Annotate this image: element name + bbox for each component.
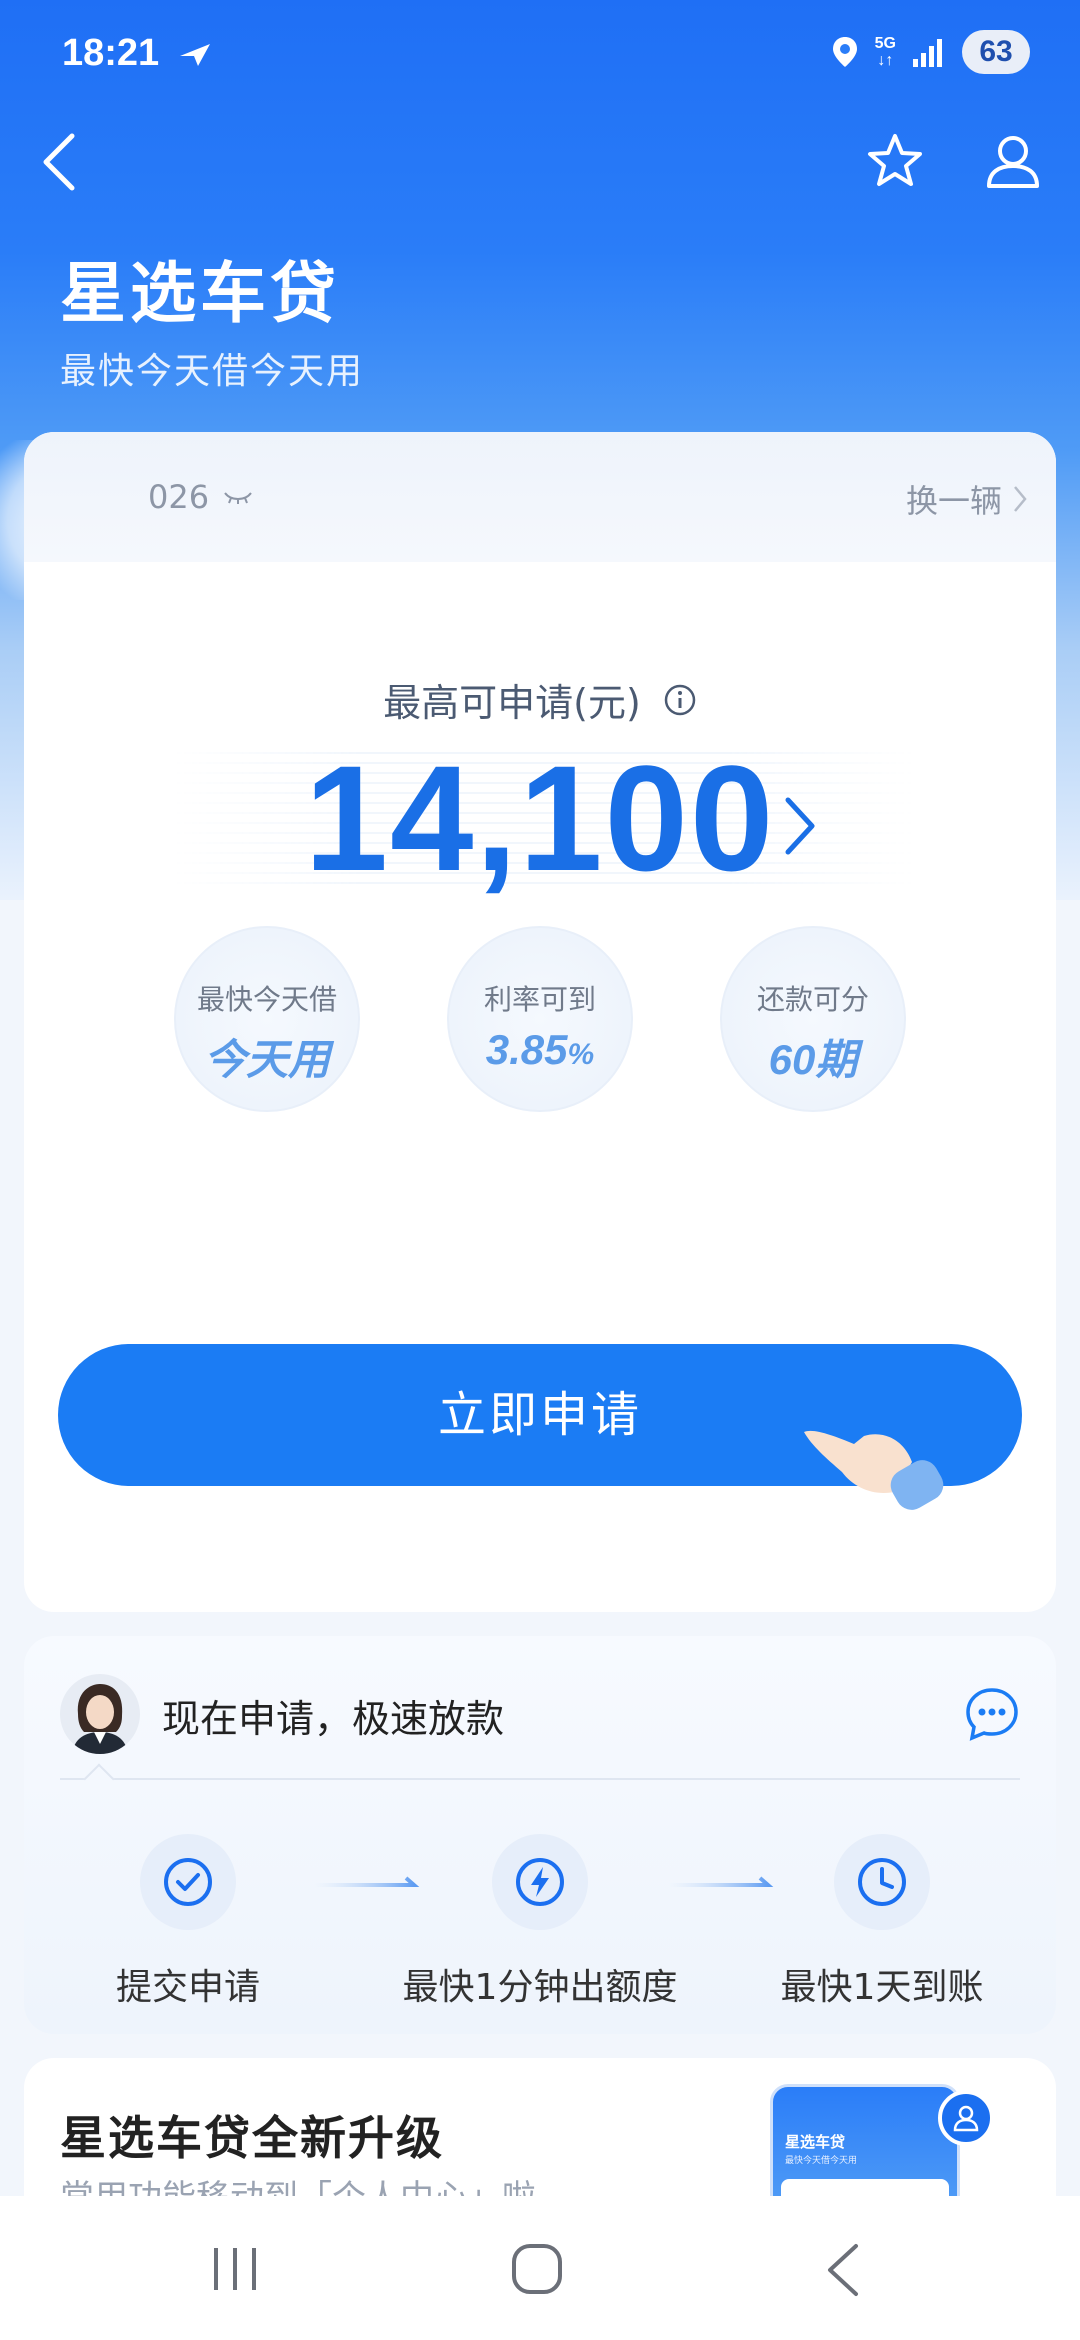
check-icon	[164, 1858, 212, 1906]
lightning-icon	[516, 1858, 564, 1906]
status-indicators: 5G ↓↑ 63	[831, 30, 1030, 74]
amount-chevron-icon[interactable]	[780, 794, 820, 858]
switch-vehicle-link[interactable]: 换一辆	[906, 476, 1028, 522]
feature-value: 今天用	[203, 1036, 330, 1083]
step-arrow-icon	[314, 1876, 420, 1887]
eye-closed-icon[interactable]	[223, 489, 253, 505]
feature-value: 60期	[768, 1036, 858, 1083]
location-icon	[832, 37, 857, 67]
step-arrival	[834, 1834, 930, 1930]
network-label: 5G	[874, 35, 896, 52]
clock-icon	[858, 1858, 906, 1906]
profile-badge	[938, 2090, 994, 2146]
rate-unit: %	[567, 1038, 595, 1071]
feature-interest-rate: 利率可到 3.85%	[447, 926, 633, 1112]
chevron-right-icon	[1014, 486, 1027, 512]
step-label: 最快1分钟出额度	[402, 1967, 678, 2008]
switch-vehicle-label: 换一辆	[905, 482, 1002, 520]
license-plate: 026	[148, 478, 253, 516]
preview-title: 星选车贷	[785, 2133, 846, 2151]
page-title: 星选车贷	[60, 255, 340, 332]
rate-value: 3.85	[485, 1026, 568, 1073]
feature-label: 利率可到	[483, 983, 596, 1016]
signal-icon	[913, 39, 942, 67]
upgrade-title: 星选车贷全新升级	[60, 2111, 444, 2165]
star-icon[interactable]	[866, 132, 924, 190]
limit-label: 最高可申请(元)	[383, 681, 641, 725]
feature-label: 还款可分	[756, 983, 869, 1016]
user-icon	[953, 2105, 979, 2132]
nav-back-icon[interactable]	[822, 2242, 862, 2298]
pointing-hand-icon	[804, 1430, 944, 1510]
back-icon[interactable]	[36, 130, 84, 194]
steps-divider	[60, 1778, 1020, 1780]
page-subtitle: 最快今天借今天用	[60, 351, 365, 392]
step-label: 提交申请	[115, 1967, 260, 2008]
avatar-image	[60, 1674, 140, 1754]
app-notification-icon	[180, 44, 210, 66]
step-label: 最快1天到账	[780, 1967, 984, 2008]
plate-text: 026	[148, 478, 210, 516]
steps-headline: 现在申请，极速放款	[162, 1697, 505, 1741]
user-icon[interactable]	[984, 132, 1042, 190]
preview-subtitle: 最快今天借今天用	[785, 2156, 858, 2166]
step-quota	[492, 1834, 588, 1930]
feature-installments: 还款可分 60期	[720, 926, 906, 1112]
process-steps-card: 现在申请，极速放款 提交申请 最快1分钟出额度 最快1天到账	[24, 1636, 1056, 2034]
feature-fast-loan: 最快今天借 今天用	[174, 926, 360, 1112]
battery-indicator: 63	[962, 30, 1030, 74]
network-activity: ↓↑	[877, 52, 894, 69]
info-icon[interactable]	[663, 683, 697, 717]
step-arrow-icon	[668, 1876, 774, 1887]
chat-icon[interactable]	[964, 1686, 1020, 1742]
agent-avatar	[60, 1674, 140, 1754]
network-type: 5G ↓↑	[875, 35, 896, 69]
feature-value: 3.85%	[449, 1026, 631, 1074]
limit-label-row: 最高可申请(元)	[24, 672, 1056, 727]
step-submit	[140, 1834, 236, 1930]
feature-label: 最快今天借	[196, 983, 337, 1016]
status-bar: 18:21 5G ↓↑ 63	[0, 0, 1080, 110]
recent-apps-icon[interactable]	[210, 2244, 260, 2294]
status-time: 18:21	[62, 32, 160, 74]
credit-amount[interactable]: 14,100	[24, 732, 1056, 905]
speech-notch	[83, 1763, 115, 1795]
loan-offer-card: 026 换一辆 最高可申请(元) 14,100 最快今天借 今天用 利率可到 3…	[24, 432, 1056, 1612]
system-nav-bar	[0, 2196, 1080, 2340]
vehicle-selector: 026 换一辆	[24, 432, 1056, 562]
home-icon[interactable]	[510, 2242, 564, 2296]
